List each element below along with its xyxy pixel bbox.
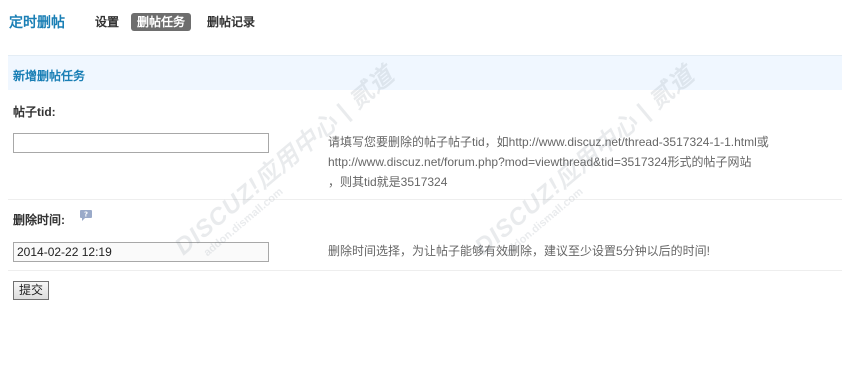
submit-button[interactable]: 提交 xyxy=(13,281,49,300)
tid-hint-line-1: 请填写您要删除的帖子帖子tid，如http://www.discuz.net/t… xyxy=(328,135,769,149)
tid-input[interactable] xyxy=(13,133,269,153)
row-divider xyxy=(8,270,842,271)
app-title: 定时删帖 xyxy=(9,14,65,30)
tid-hint: 请填写您要删除的帖子帖子tid，如http://www.discuz.net/t… xyxy=(328,132,769,192)
tid-label: 帖子tid: xyxy=(13,105,56,119)
tab-delete-records[interactable]: 删帖记录 xyxy=(201,13,261,31)
panel-header: 新增删帖任务 xyxy=(8,55,842,90)
watermark-main-text: DISCUZ!应用中心 | 贰道 xyxy=(169,61,400,261)
delete-time-hint: 删除时间选择，为让帖子能够有效删除，建议至少设置5分钟以后的时间! xyxy=(328,244,711,258)
tab-settings[interactable]: 设置 xyxy=(89,13,125,31)
tid-hint-line-3: ，则其tid就是3517324 xyxy=(328,175,448,189)
top-navigation: 定时删帖 设置 删帖任务 删帖记录 xyxy=(0,0,850,44)
svg-text:?: ? xyxy=(84,211,88,219)
delete-time-input[interactable] xyxy=(13,242,269,262)
tid-hint-line-2: http://www.discuz.net/forum.php?mod=view… xyxy=(328,155,752,169)
delete-time-label: 删除时间: xyxy=(13,213,65,227)
panel-title: 新增删帖任务 xyxy=(13,69,86,83)
help-icon[interactable]: ? xyxy=(79,209,93,222)
row-divider xyxy=(8,199,842,200)
tab-delete-tasks[interactable]: 删帖任务 xyxy=(131,13,192,31)
